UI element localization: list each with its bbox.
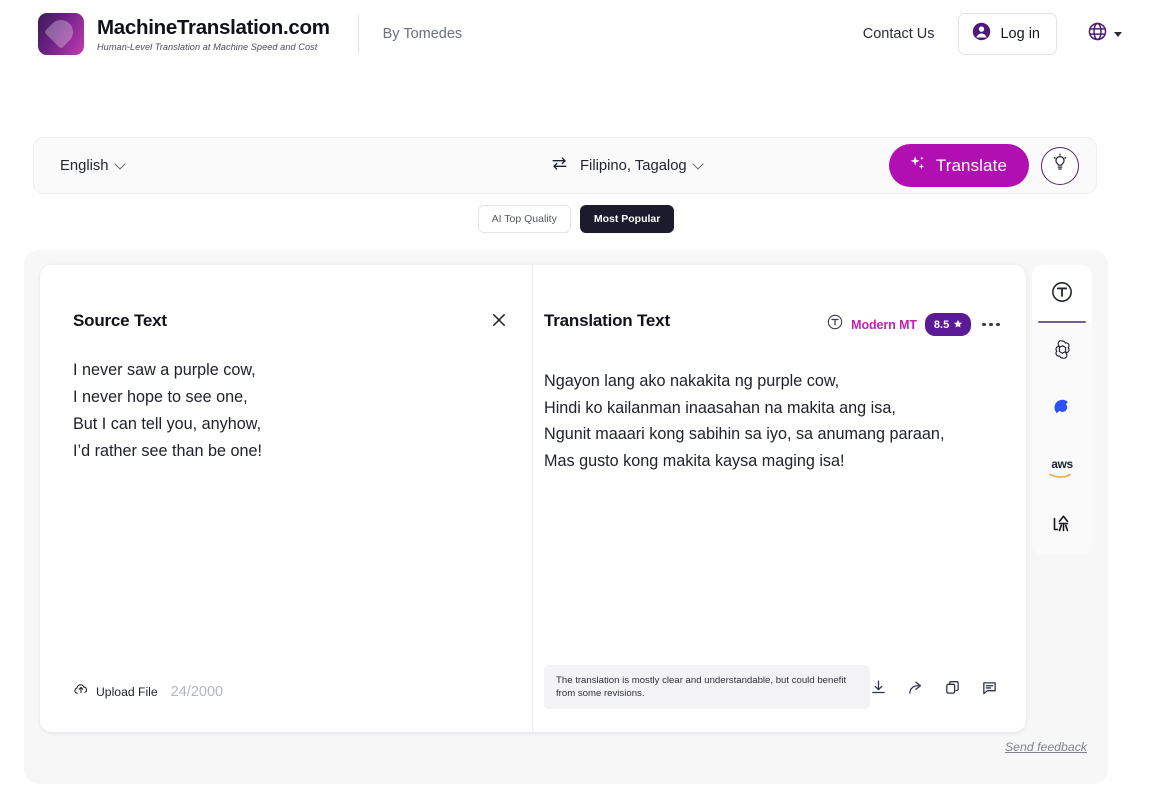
sidebar-engine-baidu[interactable] — [1032, 497, 1092, 555]
translation-action-icons — [870, 679, 998, 696]
contact-us-link[interactable]: Contact Us — [863, 26, 935, 42]
language-switcher[interactable] — [1087, 21, 1122, 47]
brand-block[interactable]: MachineTranslation.com Human-Level Trans… — [38, 13, 330, 55]
translation-text-area[interactable]: Ngayon lang ako nakakita ng purple cow, … — [544, 368, 1000, 474]
translate-button[interactable]: Translate — [888, 144, 1029, 187]
login-label: Log in — [1000, 26, 1040, 42]
brand-texts: MachineTranslation.com Human-Level Trans… — [97, 16, 330, 52]
user-circle-icon — [972, 22, 991, 46]
quality-note: The translation is mostly clear and unde… — [544, 665, 870, 709]
cloud-upload-icon — [73, 681, 89, 702]
brand-tagline: Human-Level Translation at Machine Speed… — [97, 41, 318, 52]
translate-label: Translate — [935, 155, 1007, 175]
login-button[interactable]: Log in — [958, 13, 1057, 55]
bar-actions: Translate — [888, 144, 1079, 187]
aws-icon: aws — [1049, 458, 1075, 478]
language-center-group: Filipino, Tagalog — [550, 154, 704, 178]
sidebar-engine-gemini[interactable] — [1032, 381, 1092, 439]
language-selection-bar: English Filipino, Tagalog Translate — [33, 137, 1097, 194]
source-language-selector[interactable]: English — [60, 157, 126, 174]
lightbulb-idea-icon — [1050, 153, 1070, 178]
app-header: MachineTranslation.com Human-Level Trans… — [0, 0, 1152, 68]
quality-score-badge: 8.5 — [924, 313, 972, 336]
chevron-down-icon — [692, 157, 704, 170]
engine-name-label: Modern MT — [851, 317, 917, 332]
swap-arrows-icon[interactable] — [550, 154, 569, 178]
chevron-down-icon — [113, 157, 126, 170]
star-icon — [953, 316, 963, 334]
mode-pill-group: AI Top Quality Most Popular — [0, 205, 1152, 233]
source-language-label: English — [60, 157, 109, 174]
target-language-label: Filipino, Tagalog — [580, 157, 687, 174]
send-feedback-link[interactable]: Send feedback — [1005, 740, 1087, 754]
target-language-selector[interactable]: Filipino, Tagalog — [580, 157, 704, 174]
sidebar-engine-aws[interactable]: aws — [1032, 439, 1092, 497]
header-divider — [357, 15, 359, 53]
workspace-shell: Source Text I never saw a purple cow, I … — [24, 250, 1108, 784]
translation-footer: The translation is mostly clear and unde… — [544, 665, 1002, 709]
upload-file-button[interactable]: Upload File — [73, 681, 158, 702]
openai-icon — [1051, 338, 1074, 366]
translation-pane-title: Translation Text — [544, 311, 670, 330]
download-button[interactable] — [870, 679, 887, 696]
idea-button[interactable] — [1041, 146, 1079, 185]
machinetranslation-logo-icon — [38, 13, 84, 55]
brand-title: MachineTranslation.com — [97, 16, 330, 40]
engine-sidebar: aws — [1032, 265, 1092, 555]
pill-ai-top-quality[interactable]: AI Top Quality — [477, 205, 571, 233]
by-tomedes-label: By Tomedes — [382, 26, 463, 42]
engine-badge-row: Modern MT 8.5 — [827, 313, 1000, 336]
modernmt-icon — [1051, 281, 1073, 308]
upload-file-label: Upload File — [96, 684, 158, 699]
quality-score-value: 8.5 — [933, 318, 950, 331]
comment-button[interactable] — [981, 679, 998, 696]
copy-button[interactable] — [944, 679, 961, 696]
source-footer: Upload File 24/2000 — [73, 681, 223, 702]
translation-card: Source Text I never saw a purple cow, I … — [40, 265, 1026, 732]
source-pane-title: Source Text — [73, 311, 167, 330]
share-button[interactable] — [907, 679, 924, 696]
sparkle-icon — [908, 154, 927, 178]
close-icon[interactable] — [488, 309, 510, 331]
pill-most-popular[interactable]: Most Popular — [579, 205, 675, 233]
more-options-icon[interactable] — [982, 322, 1000, 327]
character-counter: 24/2000 — [170, 683, 224, 700]
source-pane: Source Text I never saw a purple cow, I … — [40, 265, 533, 732]
gemini-icon — [1052, 397, 1073, 423]
globe-icon — [1087, 21, 1108, 47]
sidebar-engine-modernmt[interactable] — [1032, 265, 1092, 323]
sidebar-engine-openai[interactable] — [1032, 323, 1092, 381]
chevron-down-icon — [1114, 31, 1122, 37]
modernmt-circle-t-icon — [827, 314, 843, 335]
translation-pane: Translation Text Modern MT 8.5 Ngayon la… — [533, 265, 1026, 732]
source-text-area[interactable]: I never saw a purple cow, I never hope t… — [73, 357, 502, 465]
aws-label: aws — [1051, 457, 1073, 471]
baidu-icon — [1050, 512, 1074, 541]
header-actions: Contact Us Log in — [863, 13, 1122, 55]
